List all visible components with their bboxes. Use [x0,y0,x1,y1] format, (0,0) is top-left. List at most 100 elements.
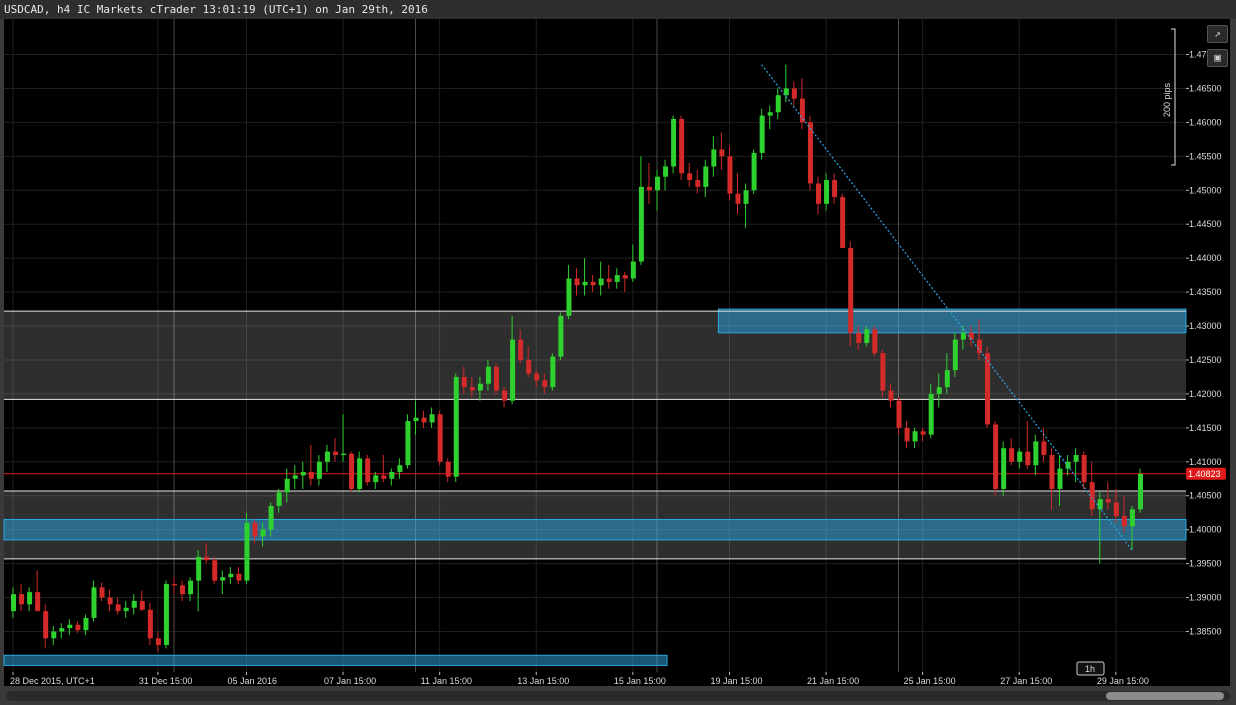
time-tick-label: 15 Jan 15:00 [614,676,666,686]
current-price-tag: 1.40823 [1186,467,1226,480]
candle-body [695,180,701,187]
candle-body [341,453,347,456]
candle [365,455,371,486]
candle-body [461,376,467,388]
time-tick-label: 27 Jan 15:00 [1000,676,1052,686]
candle-body [566,278,572,316]
candle-body [687,173,693,181]
candle-body [324,451,330,462]
candle-body [630,261,636,279]
candle [1138,468,1143,513]
candle-body [381,475,387,479]
candle-body [357,458,363,489]
candle-body [43,611,49,639]
candle-body [421,417,427,423]
candle-body [590,281,596,286]
candle-body [1073,455,1079,462]
price-tick-label: 1.43500 [1189,287,1222,297]
candle [751,149,757,194]
time-tick-label: 25 Jan 15:00 [904,676,956,686]
candle-body [373,475,379,483]
scrollbar-thumb[interactable] [1106,692,1224,700]
candle-body [759,115,765,153]
candle [212,556,218,584]
candle-body [196,556,202,581]
candle-body [767,112,773,116]
candle-body [123,607,129,612]
candle-body [542,380,548,388]
candle-body [550,356,556,388]
candle-body [397,465,403,472]
candle-body [864,329,870,343]
candle [550,353,556,391]
candle-body [1065,461,1071,469]
price-tick-label: 1.39500 [1189,559,1222,569]
candle [679,115,685,181]
candle-body [775,95,781,113]
candle-body [928,393,934,435]
candle-body [960,332,966,340]
candle-body [494,366,499,391]
candle-body [735,193,741,204]
candle-body [510,339,516,401]
candle-body [268,505,274,530]
candle-body [91,587,97,618]
price-tick-label: 1.43000 [1189,321,1222,331]
candle [993,421,999,496]
candle-body [663,166,669,177]
candle-body [574,278,580,286]
candlestick-chart[interactable]: 1.47 1.46500 1.46000 1.45500 1.45000 1.44500 1… [0,19,1236,691]
candle-body [751,152,757,191]
candle [558,312,564,360]
candle-body [1129,509,1135,527]
popout-button[interactable]: ↗ [1207,25,1228,43]
price-tick-label: 1.45500 [1189,151,1222,161]
candle-body [260,529,266,537]
candle-body [888,390,894,401]
candle-body [799,98,805,123]
candle-body [526,359,532,374]
candle-body [405,421,411,466]
candle-body [180,585,186,595]
price-tick-label: 1.38500 [1189,627,1222,637]
candle-body [51,631,57,639]
candle [437,410,443,466]
period-badge[interactable]: 1h [1076,661,1105,676]
candle-body [936,387,942,394]
candle-body [316,461,322,479]
candle-body [816,183,821,204]
candle-body [952,339,958,371]
period-label: 1h [1085,664,1095,674]
candle-body [107,597,113,605]
candle-body [807,122,813,184]
candle-body [824,180,830,204]
price-tick-label: 1.41000 [1189,457,1222,467]
blue-zone-4 [3,654,668,666]
time-tick-label: 05 Jan 2016 [227,676,277,686]
candle-body [252,522,258,537]
candle-body [172,583,177,586]
candle-body [912,431,918,442]
candle [494,363,499,394]
screenshot-button[interactable]: ▣ [1207,49,1228,67]
candle-body [920,431,926,435]
candle-body [477,383,483,391]
candle-body [598,278,604,286]
horizontal-scrollbar[interactable] [6,691,1230,701]
candle-body [188,580,194,595]
candle-body [944,370,950,388]
window-title: USDCAD, h4 IC Markets cTrader 13:01:19 (… [4,3,428,16]
candle-body [1025,451,1031,466]
candle-body [27,592,33,605]
candle-body [333,451,338,456]
price-tick-label: 1.42500 [1189,355,1222,365]
candle-body [131,600,137,608]
candle-body [437,414,443,462]
candle-body [75,624,81,631]
candle-body [1041,441,1047,456]
price-tick-label: 1.46500 [1189,83,1222,93]
candle-body [872,329,878,354]
time-tick-label: 31 Dec 15:00 [139,676,193,686]
candle-body [896,400,902,428]
candle-body [791,88,797,99]
